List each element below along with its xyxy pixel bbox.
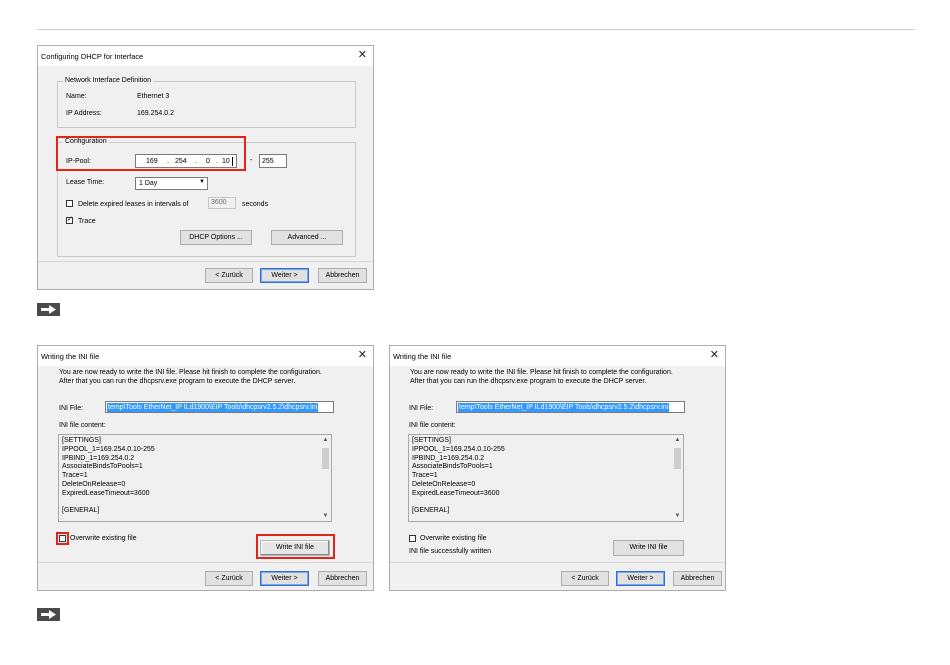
footer-separator [390, 562, 725, 563]
back-button[interactable]: < Zurück [205, 268, 253, 283]
write-ini-button[interactable]: Write INI file [613, 540, 684, 556]
footer-separator [38, 562, 373, 563]
next-step-arrow-icon [37, 608, 60, 621]
delete-expired-label: Delete expired leases in intervals of [78, 201, 189, 208]
ini-content-label: INI file content: [409, 422, 456, 429]
ini-content-text: [SETTINGS] IPPOOL_1=169.254.0.10-255 IPB… [412, 437, 505, 515]
group-legend: Network Interface Definition [63, 77, 153, 84]
dhcp-options-button[interactable]: DHCP Options ... [180, 230, 252, 245]
dialog-title: Writing the INI file [41, 352, 100, 361]
dialog-titlebar[interactable]: Writing the INI file ✕ [390, 346, 725, 366]
close-icon[interactable]: ✕ [358, 50, 367, 61]
highlight-overwrite-checkbox [56, 532, 69, 545]
ini-file-label: INI File: [59, 405, 84, 412]
ini-file-path-input[interactable]: temp\Tools EtherNet_IP ILd1900\EIP Tools… [105, 401, 334, 413]
ini-file-label: INI File: [409, 405, 434, 412]
ip-pool-end-input[interactable]: 255 [259, 154, 287, 168]
name-value: Ethernet 3 [137, 93, 170, 100]
delete-expired-checkbox[interactable] [66, 200, 73, 207]
intro-line-1: You are now ready to write the INI file.… [59, 369, 322, 376]
ini-dialog-left: Writing the INI file ✕ You are now ready… [37, 345, 374, 591]
footer-separator [38, 261, 373, 262]
ini-file-path-input[interactable]: temp\Tools EtherNet_IP ILd1900\EIP Tools… [456, 401, 685, 413]
close-icon[interactable]: ✕ [710, 350, 719, 361]
dialog-title: Configuring DHCP for Interface [41, 52, 144, 61]
next-step-arrow-icon [37, 303, 60, 316]
scroll-up-icon[interactable]: ▲ [672, 437, 683, 443]
close-icon[interactable]: ✕ [358, 350, 367, 361]
ip-pool-end-value: 255 [262, 158, 274, 165]
ini-content-textarea[interactable]: [SETTINGS] IPPOOL_1=169.254.0.10-255 IPB… [408, 434, 684, 522]
cancel-button[interactable]: Abbrechen [318, 268, 367, 283]
interval-input[interactable]: 3600 [208, 197, 236, 209]
interval-value: 3600 [211, 199, 227, 206]
scroll-thumb[interactable] [322, 448, 329, 469]
dialog-title: Writing the INI file [393, 352, 452, 361]
ini-path-selected-text: temp\Tools EtherNet_IP ILd1900\EIP Tools… [458, 403, 670, 412]
back-button[interactable]: < Zurück [561, 571, 609, 586]
intro-line-1: You are now ready to write the INI file.… [410, 369, 673, 376]
ip-address-value: 169.254.0.2 [137, 110, 174, 117]
next-button[interactable]: Weiter > [616, 571, 665, 586]
trace-checkbox[interactable]: ✓ [66, 216, 73, 224]
next-button[interactable]: Weiter > [260, 571, 309, 586]
vertical-scrollbar[interactable]: ▲ ▼ [672, 435, 683, 521]
trace-label: Trace [78, 218, 96, 225]
scroll-up-icon[interactable]: ▲ [320, 437, 331, 443]
seconds-label: seconds [242, 201, 269, 208]
back-button[interactable]: < Zurück [205, 571, 253, 586]
highlight-write-button [256, 534, 335, 559]
next-button[interactable]: Weiter > [260, 268, 309, 283]
intro-line-2: After that you can run the dhcpsrv.exe p… [410, 378, 647, 385]
scroll-down-icon[interactable]: ▼ [320, 513, 331, 519]
dialog-titlebar[interactable]: Writing the INI file ✕ [38, 346, 373, 366]
ini-content-textarea[interactable]: [SETTINGS] IPPOOL_1=169.254.0.10-255 IPB… [58, 434, 332, 522]
ip-range-dash: - [250, 157, 253, 164]
network-interface-group: Network Interface Definition Name: Ether… [57, 77, 356, 128]
overwrite-label: Overwrite existing file [420, 535, 487, 542]
ini-content-label: INI file content: [59, 422, 106, 429]
scroll-down-icon[interactable]: ▼ [672, 513, 683, 519]
name-label: Name: [66, 93, 87, 100]
overwrite-label: Overwrite existing file [70, 535, 137, 542]
page-top-rule [37, 29, 915, 30]
highlight-ip-pool [56, 136, 246, 171]
intro-line-2: After that you can run the dhcpsrv.exe p… [59, 378, 296, 385]
chevron-down-icon: ▼ [199, 179, 205, 185]
ini-path-selected-text: temp\Tools EtherNet_IP ILd1900\EIP Tools… [107, 403, 319, 412]
check-icon: ✓ [67, 216, 73, 223]
cancel-button[interactable]: Abbrechen [673, 571, 722, 586]
vertical-scrollbar[interactable]: ▲ ▼ [320, 435, 331, 521]
ip-address-label: IP Address: [66, 110, 102, 117]
ini-dialog-right: Writing the INI file ✕ You are now ready… [389, 345, 726, 591]
status-text: INI file successfully written [409, 548, 492, 555]
lease-time-select[interactable]: 1 Day ▼ [135, 177, 208, 190]
lease-time-value: 1 Day [139, 180, 158, 187]
lease-time-label: Lease Time: [66, 179, 105, 186]
dialog-titlebar[interactable]: Configuring DHCP for Interface ✕ [38, 46, 373, 66]
advanced-button[interactable]: Advanced ... [271, 230, 343, 245]
ini-content-text: [SETTINGS] IPPOOL_1=169.254.0.10-255 IPB… [62, 437, 155, 515]
overwrite-checkbox[interactable] [409, 535, 416, 542]
dhcp-config-dialog: Configuring DHCP for Interface ✕ Network… [37, 45, 374, 290]
cancel-button[interactable]: Abbrechen [318, 571, 367, 586]
scroll-thumb[interactable] [674, 448, 681, 469]
